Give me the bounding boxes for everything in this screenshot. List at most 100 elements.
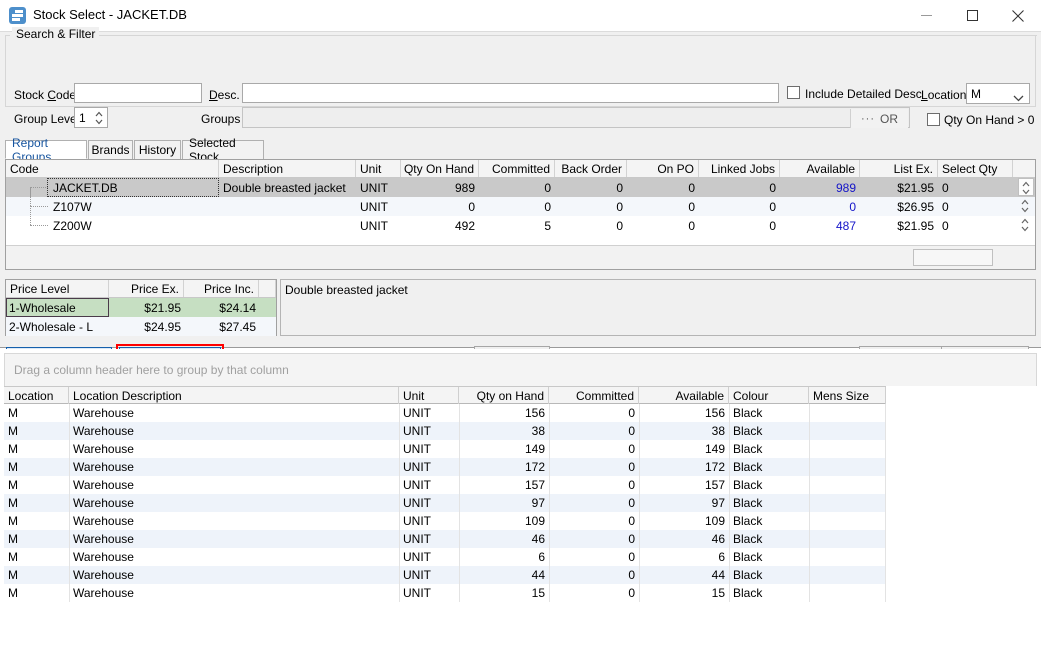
cell-code: Z107W (49, 197, 219, 216)
cell-unit: UNIT (399, 584, 459, 602)
price-grid-col-header[interactable] (259, 280, 276, 297)
cell-qty_on_hand: 172 (459, 458, 549, 476)
select-qty-stepper[interactable] (1018, 178, 1034, 196)
top-grid-col-header[interactable]: Linked Jobs (699, 160, 780, 177)
table-row[interactable]: MWarehouseUNIT1560156Black (4, 404, 886, 422)
column-separator (639, 512, 640, 530)
column-separator (885, 440, 886, 458)
table-row[interactable]: MWarehouseUNIT97097Black (4, 494, 886, 512)
tree-connector-icon (30, 206, 31, 225)
column-separator (459, 458, 460, 476)
column-separator (399, 566, 400, 584)
group-level-stepper[interactable]: 1 (74, 107, 108, 128)
top-grid-col-header[interactable]: Committed (479, 160, 555, 177)
table-row[interactable]: 2-Wholesale - L$24.95$27.45 (6, 317, 276, 336)
top-grid-col-header[interactable]: Back Order (555, 160, 627, 177)
table-row[interactable]: Z200WUNIT4925000487$21.950 (6, 216, 1035, 235)
price-level-grid[interactable]: Price LevelPrice Ex.Price Inc. 1-Wholesa… (5, 279, 277, 336)
cell-on_po: 0 (627, 178, 699, 197)
top-grid-col-header[interactable]: Code (6, 160, 219, 177)
search-filter-legend: Search & Filter (12, 27, 99, 41)
table-row[interactable]: MWarehouseUNIT15015Black (4, 584, 886, 602)
column-separator (809, 458, 810, 476)
top-grid-col-header[interactable]: On PO (627, 160, 699, 177)
stock-results-grid[interactable]: CodeDescriptionUnitQty On HandCommittedB… (5, 159, 1036, 270)
tab-history[interactable]: History (134, 140, 181, 159)
bottom-grid-col-header[interactable]: Mens Size (809, 387, 886, 404)
table-row[interactable]: Z107WUNIT000000$26.950 (6, 197, 1035, 216)
column-separator (549, 458, 550, 476)
column-separator (69, 476, 70, 494)
qty-on-hand-filter-label: Qty On Hand > 0 (944, 113, 1034, 127)
cell-unit: UNIT (356, 178, 401, 197)
column-separator (549, 440, 550, 458)
price-grid-col-header[interactable]: Price Ex. (109, 280, 184, 297)
column-separator (459, 476, 460, 494)
top-grid-col-header[interactable]: List Ex. (860, 160, 938, 177)
tab-selected-stock[interactable]: Selected Stock (182, 140, 264, 159)
cell-unit: UNIT (399, 404, 459, 422)
column-separator (69, 566, 70, 584)
column-separator (399, 458, 400, 476)
minimize-button[interactable] (903, 0, 949, 31)
select-qty-stepper[interactable] (1018, 197, 1034, 215)
stock-results-footer-box[interactable] (913, 249, 993, 266)
chevron-down-icon (1013, 91, 1024, 105)
bottom-grid-col-header[interactable]: Colour (729, 387, 809, 404)
stock-code-input[interactable] (74, 83, 202, 103)
cell-available: 149 (639, 440, 729, 458)
group-by-drop-area[interactable]: Drag a column header here to group by th… (4, 353, 1037, 387)
table-row[interactable]: 1-Wholesale$21.95$24.14 (6, 298, 276, 317)
close-button[interactable] (995, 0, 1041, 31)
column-separator (639, 530, 640, 548)
table-row[interactable]: JACKET.DBDouble breasted jacketUNIT98900… (6, 178, 1035, 197)
top-grid-col-header[interactable]: Description (219, 160, 356, 177)
select-qty-stepper[interactable] (1018, 216, 1034, 234)
top-grid-col-header[interactable]: Select Qty (938, 160, 1013, 177)
tab-report-groups[interactable]: Report Groups (5, 140, 87, 159)
bottom-grid-col-header[interactable]: Qty on Hand (459, 387, 549, 404)
top-grid-col-header[interactable]: Unit (356, 160, 401, 177)
table-row[interactable]: MWarehouseUNIT1720172Black (4, 458, 886, 476)
bottom-grid-col-header[interactable]: Committed (549, 387, 639, 404)
tree-connector-icon (30, 225, 48, 226)
location-select[interactable]: M (966, 83, 1030, 104)
top-grid-col-header[interactable]: Available (780, 160, 860, 177)
stepper-arrows-icon[interactable] (94, 110, 104, 126)
column-separator (459, 512, 460, 530)
groups-or-button[interactable]: ··· OR (850, 109, 908, 128)
cell-location: M (4, 512, 69, 530)
top-grid-col-header[interactable]: Qty On Hand (401, 160, 479, 177)
column-separator (809, 422, 810, 440)
cell-mens_size (809, 458, 886, 476)
qty-on-hand-filter-checkbox[interactable] (927, 113, 940, 126)
table-row[interactable]: MWarehouseUNIT44044Black (4, 566, 886, 584)
column-separator (69, 494, 70, 512)
cell-committed: 0 (549, 566, 639, 584)
cell-qty_on_hand: 989 (401, 178, 479, 197)
price-grid-col-header[interactable]: Price Level (6, 280, 109, 297)
table-row[interactable]: MWarehouseUNIT606Black (4, 548, 886, 566)
bottom-grid-col-header[interactable]: Unit (399, 387, 459, 404)
table-row[interactable]: MWarehouseUNIT38038Black (4, 422, 886, 440)
column-separator (729, 476, 730, 494)
include-detailed-desc-checkbox[interactable] (787, 86, 800, 99)
groups-input[interactable]: ··· OR (242, 107, 910, 128)
location-attributes-grid[interactable]: LocationLocation DescriptionUnitQty on H… (4, 386, 1037, 644)
maximize-button[interactable] (949, 0, 995, 31)
price-grid-col-header[interactable]: Price Inc. (184, 280, 259, 297)
cell-linked_jobs: 0 (699, 216, 780, 235)
cell-location_description: Warehouse (69, 530, 399, 548)
table-row[interactable]: MWarehouseUNIT1490149Black (4, 440, 886, 458)
table-row[interactable]: MWarehouseUNIT46046Black (4, 530, 886, 548)
location-attributes-grid-header: LocationLocation DescriptionUnitQty on H… (4, 386, 886, 404)
table-row[interactable]: MWarehouseUNIT1570157Black (4, 476, 886, 494)
bottom-grid-col-header[interactable]: Location (4, 387, 69, 404)
bottom-grid-col-header[interactable]: Available (639, 387, 729, 404)
bottom-grid-col-header[interactable]: Location Description (69, 387, 399, 404)
tab-brands[interactable]: Brands (88, 140, 133, 159)
table-row[interactable]: MWarehouseUNIT1090109Black (4, 512, 886, 530)
cell-committed: 0 (549, 440, 639, 458)
description-input[interactable] (242, 83, 779, 103)
column-separator (639, 422, 640, 440)
